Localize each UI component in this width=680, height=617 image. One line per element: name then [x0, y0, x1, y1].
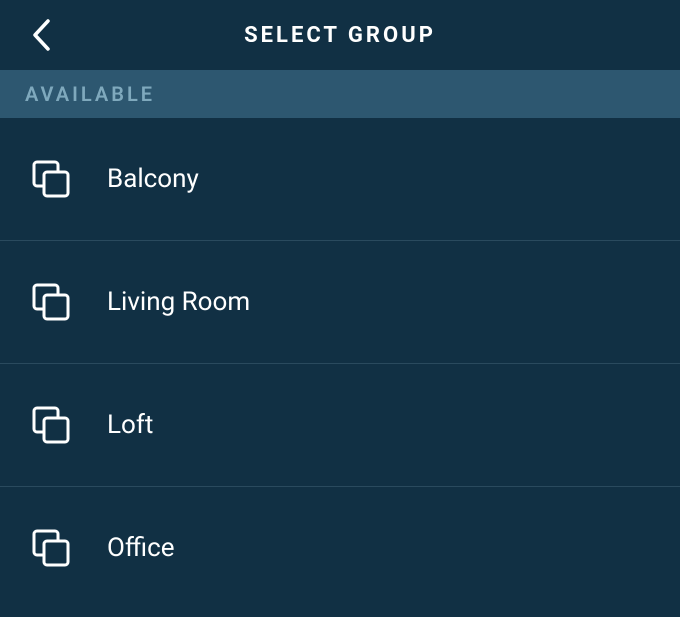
list-item-label: Office: [107, 533, 174, 563]
back-button[interactable]: [32, 19, 50, 51]
list-item-label: Living Room: [107, 287, 250, 317]
list-item[interactable]: Office: [0, 487, 680, 609]
list-item[interactable]: Living Room: [0, 241, 680, 364]
group-icon: [30, 404, 72, 446]
list-item[interactable]: Loft: [0, 364, 680, 487]
group-icon: [30, 527, 72, 569]
list-item-label: Loft: [107, 410, 153, 440]
list-item-label: Balcony: [107, 164, 199, 194]
header: SELECT GROUP: [0, 0, 680, 70]
list-item[interactable]: Balcony: [0, 118, 680, 241]
group-icon: [30, 158, 72, 200]
section-header-available: AVAILABLE: [0, 70, 680, 118]
page-title: SELECT GROUP: [20, 23, 660, 48]
group-icon: [30, 281, 72, 323]
group-list: Balcony Living Room Loft Office: [0, 118, 680, 609]
chevron-left-icon: [32, 19, 50, 51]
